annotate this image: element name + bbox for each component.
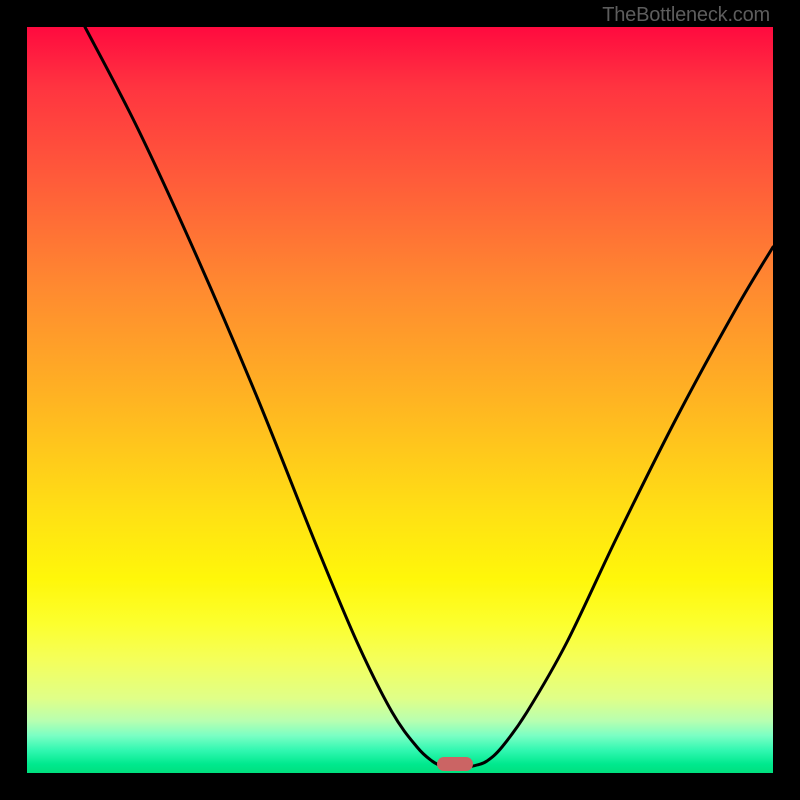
bottleneck-curve (27, 27, 773, 773)
attribution-text: TheBottleneck.com (602, 4, 770, 27)
plot-area (27, 27, 773, 773)
curve-path (85, 27, 773, 767)
chart-frame: TheBottleneck.com (0, 0, 800, 800)
optimal-marker (437, 757, 473, 771)
